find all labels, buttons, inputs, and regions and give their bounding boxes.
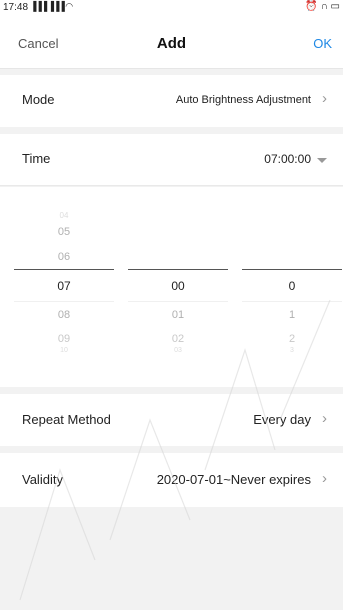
- second-option-selected[interactable]: 0: [242, 279, 342, 293]
- hour-option[interactable]: 04: [14, 211, 114, 220]
- time-picker: 04 05 06 07 08 09 10 00 01 02 03 0 1 2 3: [0, 187, 343, 387]
- picker-divider: [14, 301, 114, 302]
- repeat-method-row[interactable]: Repeat Method Every day ›: [0, 394, 343, 446]
- minute-option[interactable]: 01: [128, 309, 228, 321]
- time-row[interactable]: Time 07:00:00: [0, 134, 343, 186]
- navigation-bar: Cancel Add OK: [0, 16, 343, 69]
- status-time: 17:48: [3, 2, 29, 13]
- time-value: 07:00:00: [264, 152, 311, 166]
- mode-label: Mode: [22, 92, 55, 107]
- mode-value: Auto Brightness Adjustment: [175, 94, 311, 106]
- mode-row[interactable]: Mode Auto Brightness Adjustment ›: [0, 75, 343, 127]
- validity-label: Validity: [22, 472, 63, 487]
- minute-option-selected[interactable]: 00: [128, 279, 228, 293]
- repeat-method-label: Repeat Method: [22, 412, 111, 427]
- hour-option[interactable]: 06: [14, 251, 114, 263]
- hour-option[interactable]: 05: [14, 226, 114, 238]
- minute-option[interactable]: 02: [128, 333, 228, 345]
- page-title: Add: [156, 35, 187, 52]
- ok-button[interactable]: OK: [313, 36, 332, 51]
- time-label: Time: [22, 151, 51, 166]
- hour-option[interactable]: 10: [14, 347, 114, 354]
- hour-option-selected[interactable]: 07: [14, 279, 114, 293]
- validity-row[interactable]: Validity 2020-07-01~Never expires ›: [0, 453, 343, 507]
- hour-option[interactable]: 08: [14, 309, 114, 321]
- picker-divider: [128, 269, 228, 270]
- triangle-down-icon: [317, 158, 327, 163]
- picker-divider: [14, 269, 114, 270]
- chevron-right-icon: ›: [322, 470, 327, 487]
- minute-wheel[interactable]: 00 01 02 03: [128, 187, 228, 387]
- signal-icon: ▐▐▐ ▐▐▐ ◠: [30, 1, 73, 11]
- hour-wheel[interactable]: 04 05 06 07 08 09 10: [14, 187, 114, 387]
- picker-divider: [128, 301, 228, 302]
- picker-divider: [242, 301, 342, 302]
- status-icons: ⏰ ∩ ▭: [305, 1, 340, 12]
- hour-option[interactable]: 09: [14, 333, 114, 345]
- second-option[interactable]: 1: [242, 309, 342, 321]
- minute-option[interactable]: 03: [128, 347, 228, 354]
- picker-divider: [242, 269, 342, 270]
- validity-value: 2020-07-01~Never expires: [156, 472, 311, 487]
- second-wheel[interactable]: 0 1 2 3: [242, 187, 342, 387]
- second-option[interactable]: 2: [242, 333, 342, 345]
- chevron-right-icon: ›: [322, 410, 327, 427]
- status-bar: 17:48 ▐▐▐ ▐▐▐ ◠ ⏰ ∩ ▭: [0, 0, 343, 16]
- repeat-method-value: Every day: [253, 412, 311, 427]
- second-option[interactable]: 3: [242, 347, 342, 354]
- chevron-right-icon: ›: [322, 90, 327, 107]
